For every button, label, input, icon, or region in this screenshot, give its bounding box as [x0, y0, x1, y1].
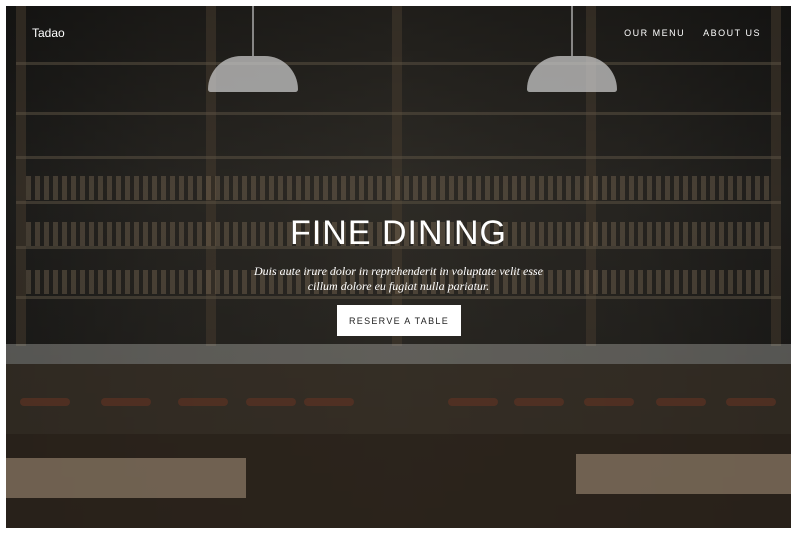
- reserve-table-button[interactable]: RESERVE A TABLE: [337, 305, 461, 336]
- top-nav: OUR MENU ABOUT US: [624, 28, 761, 38]
- brand-logo[interactable]: Tadao: [32, 26, 65, 40]
- hero-subtitle: Duis aute irure dolor in reprehenderit i…: [6, 264, 791, 294]
- hero-subtitle-line-1: Duis aute irure dolor in reprehenderit i…: [254, 264, 543, 278]
- nav-about-us[interactable]: ABOUT US: [703, 28, 761, 38]
- hero-title: FINE DINING: [290, 214, 507, 252]
- nav-our-menu[interactable]: OUR MENU: [624, 28, 685, 38]
- hero-subtitle-line-2: cillum dolore eu fugiat nulla pariatur.: [307, 279, 490, 293]
- hero-section: Tadao OUR MENU ABOUT US FINE DINING Duis…: [6, 6, 791, 528]
